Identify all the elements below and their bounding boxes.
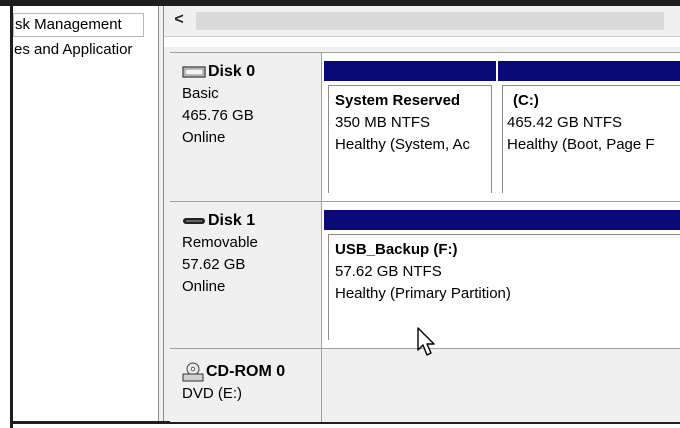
partition-name: USB_Backup (F:) <box>335 241 458 258</box>
partition-size: 350 MB NTFS <box>335 114 431 131</box>
partition-status: Healthy (System, Ac <box>335 136 471 153</box>
disk-name: Disk 1 <box>208 212 256 229</box>
tree-item-disk-management[interactable]: sk Management <box>13 13 144 37</box>
removable-disk-icon <box>182 214 206 228</box>
disk-size: 465.76 GB <box>182 107 254 124</box>
partition-status: Healthy (Primary Partition) <box>335 285 511 302</box>
partition-body[interactable]: System Reserved 350 MB NTFS Healthy (Sys… <box>328 85 492 193</box>
disk-size: 57.62 GB <box>182 256 246 273</box>
partition-area-disk1: USB_Backup (F:) 57.62 GB NTFS Healthy (P… <box>322 202 680 348</box>
partition-status: Healthy (Boot, Page F <box>507 136 655 153</box>
partition-area-disk0: System Reserved 350 MB NTFS Healthy (Sys… <box>322 53 680 201</box>
partition-name: (C:) <box>513 92 539 109</box>
disk-label-cdrom0[interactable]: CD-ROM 0 DVD (E:) <box>170 349 322 422</box>
partition-name: System Reserved <box>335 92 461 109</box>
tree-item-services-applications[interactable]: es and Applicatior <box>13 39 159 61</box>
disk-status: Online <box>182 278 226 295</box>
console-tree: sk Management es and Applicatior <box>13 6 158 421</box>
partition-size: 57.62 GB NTFS <box>335 263 442 280</box>
hard-disk-icon <box>182 65 206 79</box>
disk-row-disk0: Disk 0 Basic 465.76 GB Online System Res… <box>170 52 680 201</box>
partition-area-cdrom0 <box>322 349 680 422</box>
disk-type: Basic <box>182 85 219 102</box>
partition-bar <box>324 61 496 81</box>
scroll-left-arrow-icon[interactable]: < <box>170 10 188 30</box>
disk-name: CD-ROM 0 <box>206 363 286 380</box>
disk-label-disk0[interactable]: Disk 0 Basic 465.76 GB Online <box>170 53 322 201</box>
partition-body[interactable]: (C:) 465.42 GB NTFS Healthy (Boot, Page … <box>502 85 680 193</box>
mouse-pointer-icon <box>417 327 435 356</box>
scroll-gap <box>164 37 680 47</box>
partition-bar <box>498 61 680 81</box>
cdrom-icon <box>182 362 204 382</box>
disk-row-disk1: Disk 1 Removable 57.62 GB Online USB_Bac… <box>170 201 680 348</box>
horizontal-scrollbar[interactable]: < <box>164 6 680 37</box>
partition-bar <box>324 210 680 230</box>
scroll-thumb[interactable] <box>196 12 664 30</box>
disk-name: Disk 0 <box>208 63 256 80</box>
partition-c[interactable]: (C:) 465.42 GB NTFS Healthy (Boot, Page … <box>498 61 680 193</box>
disk-type: DVD (E:) <box>182 385 242 402</box>
disk-type: Removable <box>182 234 258 251</box>
disk-row-cdrom0: CD-ROM 0 DVD (E:) <box>170 348 680 422</box>
partition-system-reserved[interactable]: System Reserved 350 MB NTFS Healthy (Sys… <box>324 61 496 193</box>
disk-label-disk1[interactable]: Disk 1 Removable 57.62 GB Online <box>170 202 322 348</box>
partition-size: 465.42 GB NTFS <box>507 114 623 131</box>
partition-body[interactable]: USB_Backup (F:) 57.62 GB NTFS Healthy (P… <box>328 234 680 340</box>
disk-status: Online <box>182 129 226 146</box>
partition-usb-backup[interactable]: USB_Backup (F:) 57.62 GB NTFS Healthy (P… <box>324 210 680 340</box>
